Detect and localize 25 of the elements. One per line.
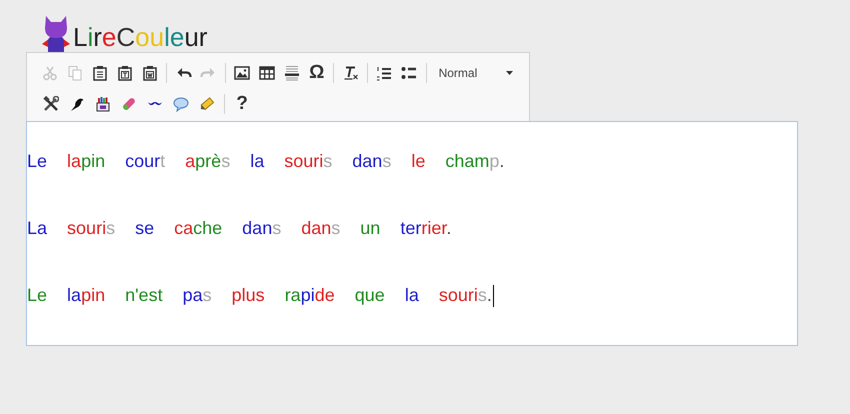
paste-document-icon bbox=[142, 64, 158, 80]
text-editor-area[interactable]: Le lapin court après la souris dans le champ. La souris se cache dans dans un terrier. Le lapin n'est pas plus rapide que la souris. bbox=[26, 121, 798, 346]
bulleted-list-icon bbox=[401, 64, 418, 80]
caret-icon bbox=[506, 70, 514, 74]
remove-format-icon bbox=[342, 64, 359, 80]
special-character-button[interactable]: Ω bbox=[304, 60, 330, 84]
paragraph: La souris se cache dans dans un terrier. bbox=[27, 217, 452, 240]
help-button[interactable]: ? bbox=[229, 92, 255, 116]
bird-icon bbox=[69, 96, 85, 112]
image-icon bbox=[234, 64, 250, 80]
format-dropdown[interactable]: Normal bbox=[430, 60, 520, 84]
tools-icon bbox=[43, 96, 59, 112]
cut-icon bbox=[42, 64, 58, 80]
paragraph: Le lapin court après la souris dans le champ. bbox=[27, 150, 504, 173]
paragraph: Le lapin n'est pas plus rapide que la souris. bbox=[27, 284, 492, 307]
numbered-list-icon bbox=[376, 64, 392, 80]
horizontal-lines-icon bbox=[284, 64, 300, 80]
paste-text-icon bbox=[116, 64, 133, 80]
paste-icon bbox=[92, 64, 108, 80]
crayon-box-icon bbox=[95, 96, 111, 112]
speech-bubble-icon bbox=[173, 96, 189, 112]
logo-text: LireCouleur bbox=[73, 23, 208, 51]
copy-icon bbox=[67, 64, 84, 80]
table-icon bbox=[259, 64, 276, 80]
mustache-icon bbox=[147, 100, 163, 106]
